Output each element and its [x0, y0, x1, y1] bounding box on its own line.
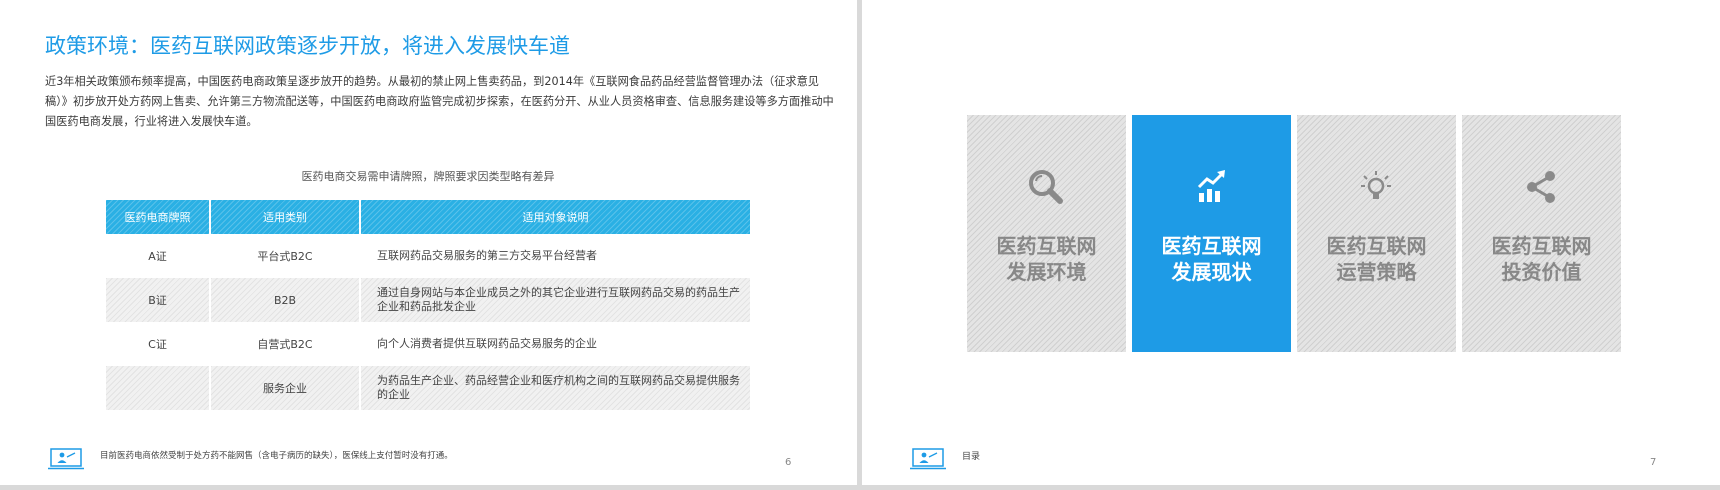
table-caption: 医药电商交易需申请牌照，牌照要求因类型略有差异	[301, 170, 555, 183]
tile-development-status[interactable]: 医药互联网 发展现状	[1132, 115, 1291, 352]
category-cell: 平台式B2C	[209, 234, 360, 278]
header-license: 医药电商牌照	[106, 200, 210, 234]
category-cell: 服务企业	[209, 366, 360, 410]
tile-label-line2: 投资价值	[1501, 260, 1582, 284]
tile-label: 医药互联网 运营策略	[1297, 233, 1456, 285]
license-cell: B证	[106, 278, 210, 322]
tile-label-line1: 医药互联网	[996, 234, 1097, 258]
license-table: 医药电商牌照 适用类别 适用对象说明 A证 平台式B2C 互联网药品交易服务的第…	[106, 200, 750, 410]
tile-development-environment[interactable]: 医药互联网 发展环境	[967, 115, 1126, 352]
contents-label: 目录	[962, 452, 981, 462]
license-cell: C证	[148, 338, 167, 351]
tile-label-line1: 医药互联网	[1491, 234, 1592, 258]
header-description: 适用对象说明	[359, 200, 750, 234]
description-cell: 互联网药品交易服务的第三方交易平台经营者	[359, 234, 750, 278]
lightbulb-icon	[1361, 171, 1391, 199]
intro-paragraph: 近3年相关政策颁布频率提高，中国医药电商政策呈逐步放开的趋势。从最初的禁止网上售…	[45, 75, 834, 128]
tile-label-line1: 医药互联网	[1326, 234, 1427, 258]
table-row: B证 B2B 通过自身网站与本企业成员之外的其它企业进行互联网药品交易的药品生产…	[106, 278, 750, 322]
slide-page-7: 医药互联网 发展环境 医药互联网 发展现状 医药互联网 运营策略 医药互联网 投…	[862, 0, 1720, 485]
tile-label: 医药互联网 投资价值	[1462, 233, 1621, 285]
magnifier-icon	[1029, 170, 1063, 204]
slide-page-6: 政策环境：医药互联网政策逐步开放，将进入发展快车道 近3年相关政策颁布频率提高，…	[0, 0, 857, 485]
tile-label: 医药互联网 发展现状	[1132, 233, 1291, 285]
description-cell: 向个人消费者提供互联网药品交易服务的企业	[359, 322, 750, 366]
tile-label-line1: 医药互联网	[1161, 234, 1262, 258]
tile-label: 医药互联网 发展环境	[967, 233, 1126, 285]
header-category: 适用类别	[209, 200, 360, 234]
share-icon	[1527, 171, 1555, 203]
tile-label-line2: 发展现状	[1171, 260, 1252, 284]
tile-operation-strategy[interactable]: 医药互联网 运营策略	[1297, 115, 1456, 352]
license-cell: A证	[148, 250, 167, 263]
tile-label-line2: 发展环境	[1006, 260, 1087, 284]
table-row: A证 平台式B2C 互联网药品交易服务的第三方交易平台经营者	[106, 234, 750, 278]
category-cell: B2B	[209, 278, 360, 322]
license-cell	[106, 366, 210, 410]
tile-label-line2: 运营策略	[1336, 260, 1417, 284]
category-cell: 自营式B2C	[209, 322, 360, 366]
page-number: 7	[1650, 457, 1657, 468]
footer-note: 目前医药电商依然受制于处方药不能网售（含电子病历的缺失），医保线上支付暂时没有打…	[100, 451, 453, 461]
growth-chart-icon	[1197, 170, 1225, 202]
table-header-row: 医药电商牌照 适用类别 适用对象说明	[106, 200, 750, 234]
presentation-icon	[48, 448, 84, 470]
table-row: 服务企业 为药品生产企业、药品经营企业和医疗机构之间的互联网药品交易提供服务的企…	[106, 366, 750, 410]
description-cell: 通过自身网站与本企业成员之外的其它企业进行互联网药品交易的药品生产企业和药品批发…	[359, 278, 750, 322]
page-number: 6	[785, 457, 792, 468]
description-cell: 为药品生产企业、药品经营企业和医疗机构之间的互联网药品交易提供服务的企业	[359, 366, 750, 410]
table-row: C证 自营式B2C 向个人消费者提供互联网药品交易服务的企业	[106, 322, 750, 366]
slide-title: 政策环境：医药互联网政策逐步开放，将进入发展快车道	[45, 34, 570, 58]
presentation-icon	[910, 448, 946, 470]
tile-investment-value[interactable]: 医药互联网 投资价值	[1462, 115, 1621, 352]
